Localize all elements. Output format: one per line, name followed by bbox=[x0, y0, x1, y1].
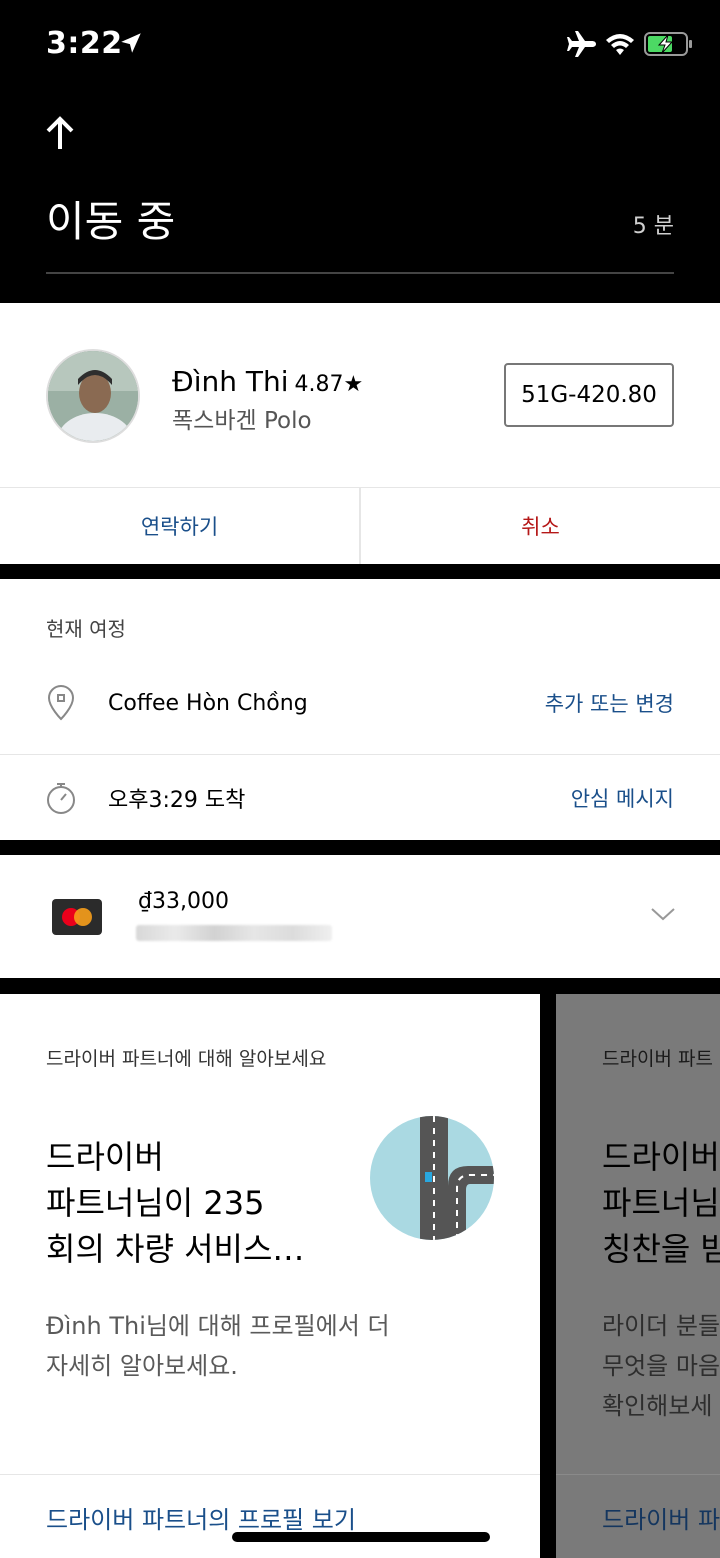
destination-row: Coffee Hòn Chồng 추가 또는 변경 bbox=[0, 663, 720, 743]
driver-name-row: Đình Thi 4.87★ bbox=[172, 365, 363, 398]
battery-charging-icon bbox=[644, 32, 692, 56]
location-pin-icon bbox=[47, 685, 75, 721]
current-trip-card: 현재 여정 Coffee Hòn Chồng 추가 또는 변경 오후3:29 도… bbox=[0, 579, 720, 840]
driver-compliments-card[interactable]: 드라이버 파트 드라이버 파트너님 칭찬을 받 라이더 분들 무엇을 마음 확인… bbox=[556, 994, 720, 1558]
status-bar: 3:22 bbox=[0, 0, 720, 90]
contact-driver-button[interactable]: 연락하기 bbox=[0, 488, 361, 564]
fare-amount: ₫33,000 bbox=[138, 889, 229, 914]
payment-card[interactable]: ₫33,000 bbox=[0, 855, 720, 978]
arrival-time: 오후3:29 도착 bbox=[108, 787, 246, 813]
location-arrow-icon bbox=[121, 33, 141, 53]
wifi-icon bbox=[606, 34, 634, 55]
driver-info-card[interactable]: 드라이버 파트너에 대해 알아보세요 드라이버 파트너님이 235 회의 차량 … bbox=[0, 994, 540, 1558]
card-eyebrow: 드라이버 파트 bbox=[602, 1048, 713, 1070]
eta-minutes: 5 분 bbox=[632, 214, 674, 239]
license-plate: 51G-420.80 bbox=[504, 363, 674, 427]
card-body: Đình Thi님에 대해 프로필에서 더 자세히 알아보세요. bbox=[46, 1306, 390, 1386]
driver-rating: 4.87★ bbox=[294, 372, 364, 397]
card-title-line: 파트너님 bbox=[602, 1184, 720, 1222]
card-divider bbox=[0, 1474, 540, 1475]
card-link[interactable]: 드라이버 파 bbox=[602, 1500, 720, 1535]
page-title: 이동 중 bbox=[46, 197, 176, 246]
card-body: 라이더 분들 무엇을 마음 확인해보세 bbox=[602, 1306, 720, 1426]
destination-name: Coffee Hòn Chồng bbox=[108, 690, 308, 716]
chevron-down-icon[interactable] bbox=[650, 905, 676, 923]
safety-message-button[interactable]: 안심 메시지 bbox=[571, 783, 674, 813]
driver-actions: 연락하기 취소 bbox=[0, 487, 720, 564]
driver-name: Đình Thi bbox=[172, 365, 289, 398]
cancel-trip-button[interactable]: 취소 bbox=[361, 488, 720, 564]
driver-photo bbox=[48, 351, 138, 441]
stopwatch-icon bbox=[47, 782, 75, 814]
status-time: 3:22 bbox=[46, 26, 123, 61]
card-body-line: 라이더 분들 bbox=[602, 1312, 720, 1340]
card-title-line: 회의 차량 서비스… bbox=[46, 1230, 305, 1268]
card-title: 드라이버 파트너님 칭찬을 받 bbox=[602, 1134, 720, 1272]
airplane-icon bbox=[567, 31, 596, 57]
add-or-change-destination-button[interactable]: 추가 또는 변경 bbox=[545, 688, 674, 718]
trip-section-heading: 현재 여정 bbox=[46, 617, 126, 641]
vehicle-model: 폭스바겐 Polo bbox=[172, 408, 312, 434]
card-body-line: 무엇을 마음 bbox=[602, 1352, 720, 1380]
trip-header: 이동 중 5 분 bbox=[0, 90, 720, 303]
card-title-line: 파트너님이 235 bbox=[46, 1184, 265, 1222]
card-divider bbox=[556, 1474, 720, 1475]
header-divider bbox=[46, 272, 674, 274]
masked-card-number bbox=[136, 925, 332, 941]
road-illustration-icon bbox=[370, 1116, 494, 1240]
collapse-up-arrow-icon[interactable] bbox=[44, 116, 76, 152]
driver-avatar[interactable] bbox=[46, 349, 140, 443]
card-title: 드라이버 파트너님이 235 회의 차량 서비스… bbox=[46, 1134, 304, 1272]
card-body-line: 자세히 알아보세요. bbox=[46, 1352, 238, 1380]
mastercard-icon bbox=[52, 899, 102, 935]
arrival-row: 오후3:29 도착 안심 메시지 bbox=[0, 754, 720, 840]
driver-card: Đình Thi 4.87★ 폭스바겐 Polo 51G-420.80 bbox=[0, 303, 720, 487]
card-eyebrow: 드라이버 파트너에 대해 알아보세요 bbox=[46, 1048, 327, 1070]
card-title-line: 드라이버 bbox=[602, 1138, 720, 1176]
card-title-line: 칭찬을 받 bbox=[602, 1230, 720, 1268]
card-title-line: 드라이버 bbox=[46, 1138, 164, 1176]
card-body-line: Đình Thi님에 대해 프로필에서 더 bbox=[46, 1312, 390, 1340]
view-driver-profile-link[interactable]: 드라이버 파트너의 프로필 보기 bbox=[46, 1500, 356, 1535]
home-indicator[interactable] bbox=[232, 1532, 490, 1542]
card-body-line: 확인해보세 bbox=[602, 1392, 713, 1420]
